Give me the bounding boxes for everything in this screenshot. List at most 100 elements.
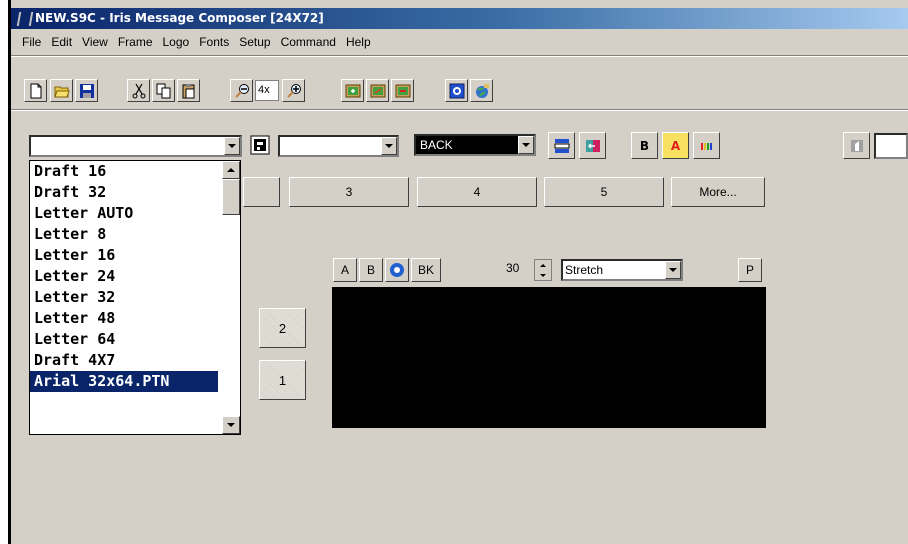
chevron-down-icon[interactable] [381,137,397,155]
menu-frame[interactable]: Frame [113,33,158,51]
cut-button[interactable] [127,79,150,102]
line-1-button[interactable]: 1 [259,360,306,400]
font-editor-icon[interactable] [250,135,270,155]
color-bars-icon [700,142,712,150]
menu-fonts[interactable]: Fonts [194,33,234,51]
menu-help[interactable]: Help [341,33,376,51]
preview-button[interactable] [445,79,468,102]
open-file-button[interactable] [50,79,73,102]
menu-logo[interactable]: Logo [158,33,195,51]
font-option[interactable]: Letter 8 [30,224,218,245]
menu-command[interactable]: Command [276,33,341,51]
menu-view[interactable]: View [77,33,113,51]
color-combo-value: BACK [420,138,453,152]
floppy-disk-icon [79,83,94,98]
font-option[interactable]: Letter 16 [30,245,218,266]
paste-icon [182,83,194,98]
frame-insert-icon [345,84,360,97]
menu-file[interactable]: File [17,33,46,51]
open-folder-icon [53,86,70,97]
save-button[interactable] [75,79,98,102]
mode-combo-value: Stretch [565,263,604,277]
layout-button[interactable] [548,132,575,159]
chevron-down-icon[interactable] [665,261,681,279]
p-button[interactable]: P [738,258,762,282]
frame-edit-button[interactable] [366,79,389,102]
frame-tab-5[interactable]: 5 [544,177,664,207]
font-option[interactable]: Letter 48 [30,308,218,329]
frame-tab-3[interactable]: 3 [289,177,409,207]
frame-insert-button[interactable] [341,79,364,102]
zoom-in-button[interactable] [282,79,305,102]
font-combo[interactable] [29,135,242,157]
scroll-up-icon[interactable] [222,161,240,179]
color-swap-icon [585,139,600,152]
divider [11,109,908,111]
time-spinner[interactable] [534,259,552,281]
frame-edit-icon [370,84,385,97]
window-title: NEW.S9C - Iris Message Composer [24X72] [35,11,324,25]
play-button[interactable] [385,258,409,282]
font-option[interactable]: Letter 32 [30,287,218,308]
bold-button[interactable]: B [631,132,658,159]
graphic-field[interactable] [874,133,908,159]
frame-delete-icon [395,84,410,97]
paste-button[interactable] [177,79,200,102]
font-option[interactable]: Draft 16 [30,161,218,182]
preview-icon [449,83,464,98]
frame-tab-2[interactable] [243,177,280,207]
scroll-track[interactable] [222,215,240,416]
zoom-level-field[interactable]: 4x [255,80,279,101]
more-tabs-button[interactable]: More... [671,177,765,207]
app-icon [15,11,31,27]
color-bars-button[interactable] [693,132,720,159]
zoom-in-icon [286,83,301,98]
copy-button[interactable] [152,79,175,102]
play-icon [390,263,404,277]
mode-combo[interactable]: Stretch [561,259,683,281]
font-size-combo[interactable] [278,135,399,157]
font-dropdown-list[interactable]: Draft 16 Draft 32 Letter AUTO Letter 8 L… [29,160,241,435]
page-a-button[interactable]: A [333,258,357,282]
divider [11,55,908,57]
spin-down-icon[interactable] [535,270,551,280]
frame-tab-4[interactable]: 4 [417,177,537,207]
scissors-icon [132,83,145,98]
color-combo[interactable]: BACK [414,134,536,156]
dropdown-scrollbar[interactable] [222,161,240,434]
page-b-button[interactable]: B [359,258,383,282]
frame-delete-button[interactable] [391,79,414,102]
font-option[interactable]: Draft 4X7 [30,350,218,371]
app-window: NEW.S9C - Iris Message Composer [24X72] … [8,0,908,544]
menu-edit[interactable]: Edit [46,33,77,51]
graphic-icon [850,139,863,152]
layout-icon [554,138,569,153]
chevron-down-icon[interactable] [224,137,240,155]
copy-icon [156,83,170,98]
spin-up-icon[interactable] [535,260,551,270]
font-color-button[interactable]: A [662,132,689,159]
chevron-down-icon[interactable] [518,136,534,154]
menu-bar: File Edit View Frame Logo Fonts Setup Co… [11,31,908,53]
new-file-button[interactable] [24,79,47,102]
time-value[interactable]: 30 [506,261,519,275]
sign-preview[interactable] [332,287,766,428]
title-bar[interactable]: NEW.S9C - Iris Message Composer [24X72] [11,8,908,29]
font-option[interactable]: Letter 24 [30,266,218,287]
bk-button[interactable]: BK [411,258,441,282]
scroll-down-icon[interactable] [222,416,240,434]
new-file-icon [30,83,41,98]
color-swap-button[interactable] [579,132,606,159]
font-option[interactable]: Letter AUTO [30,203,218,224]
line-2-button[interactable]: 2 [259,308,306,348]
menu-setup[interactable]: Setup [234,33,275,51]
globe-icon [475,83,489,98]
zoom-out-icon [234,83,249,98]
globe-button[interactable] [470,79,493,102]
font-option-selected[interactable]: Arial 32x64.PTN [30,371,218,392]
font-option[interactable]: Draft 32 [30,182,218,203]
scroll-thumb[interactable] [222,179,240,215]
zoom-out-button[interactable] [230,79,253,102]
font-option[interactable]: Letter 64 [30,329,218,350]
graphic-button[interactable] [843,132,870,159]
